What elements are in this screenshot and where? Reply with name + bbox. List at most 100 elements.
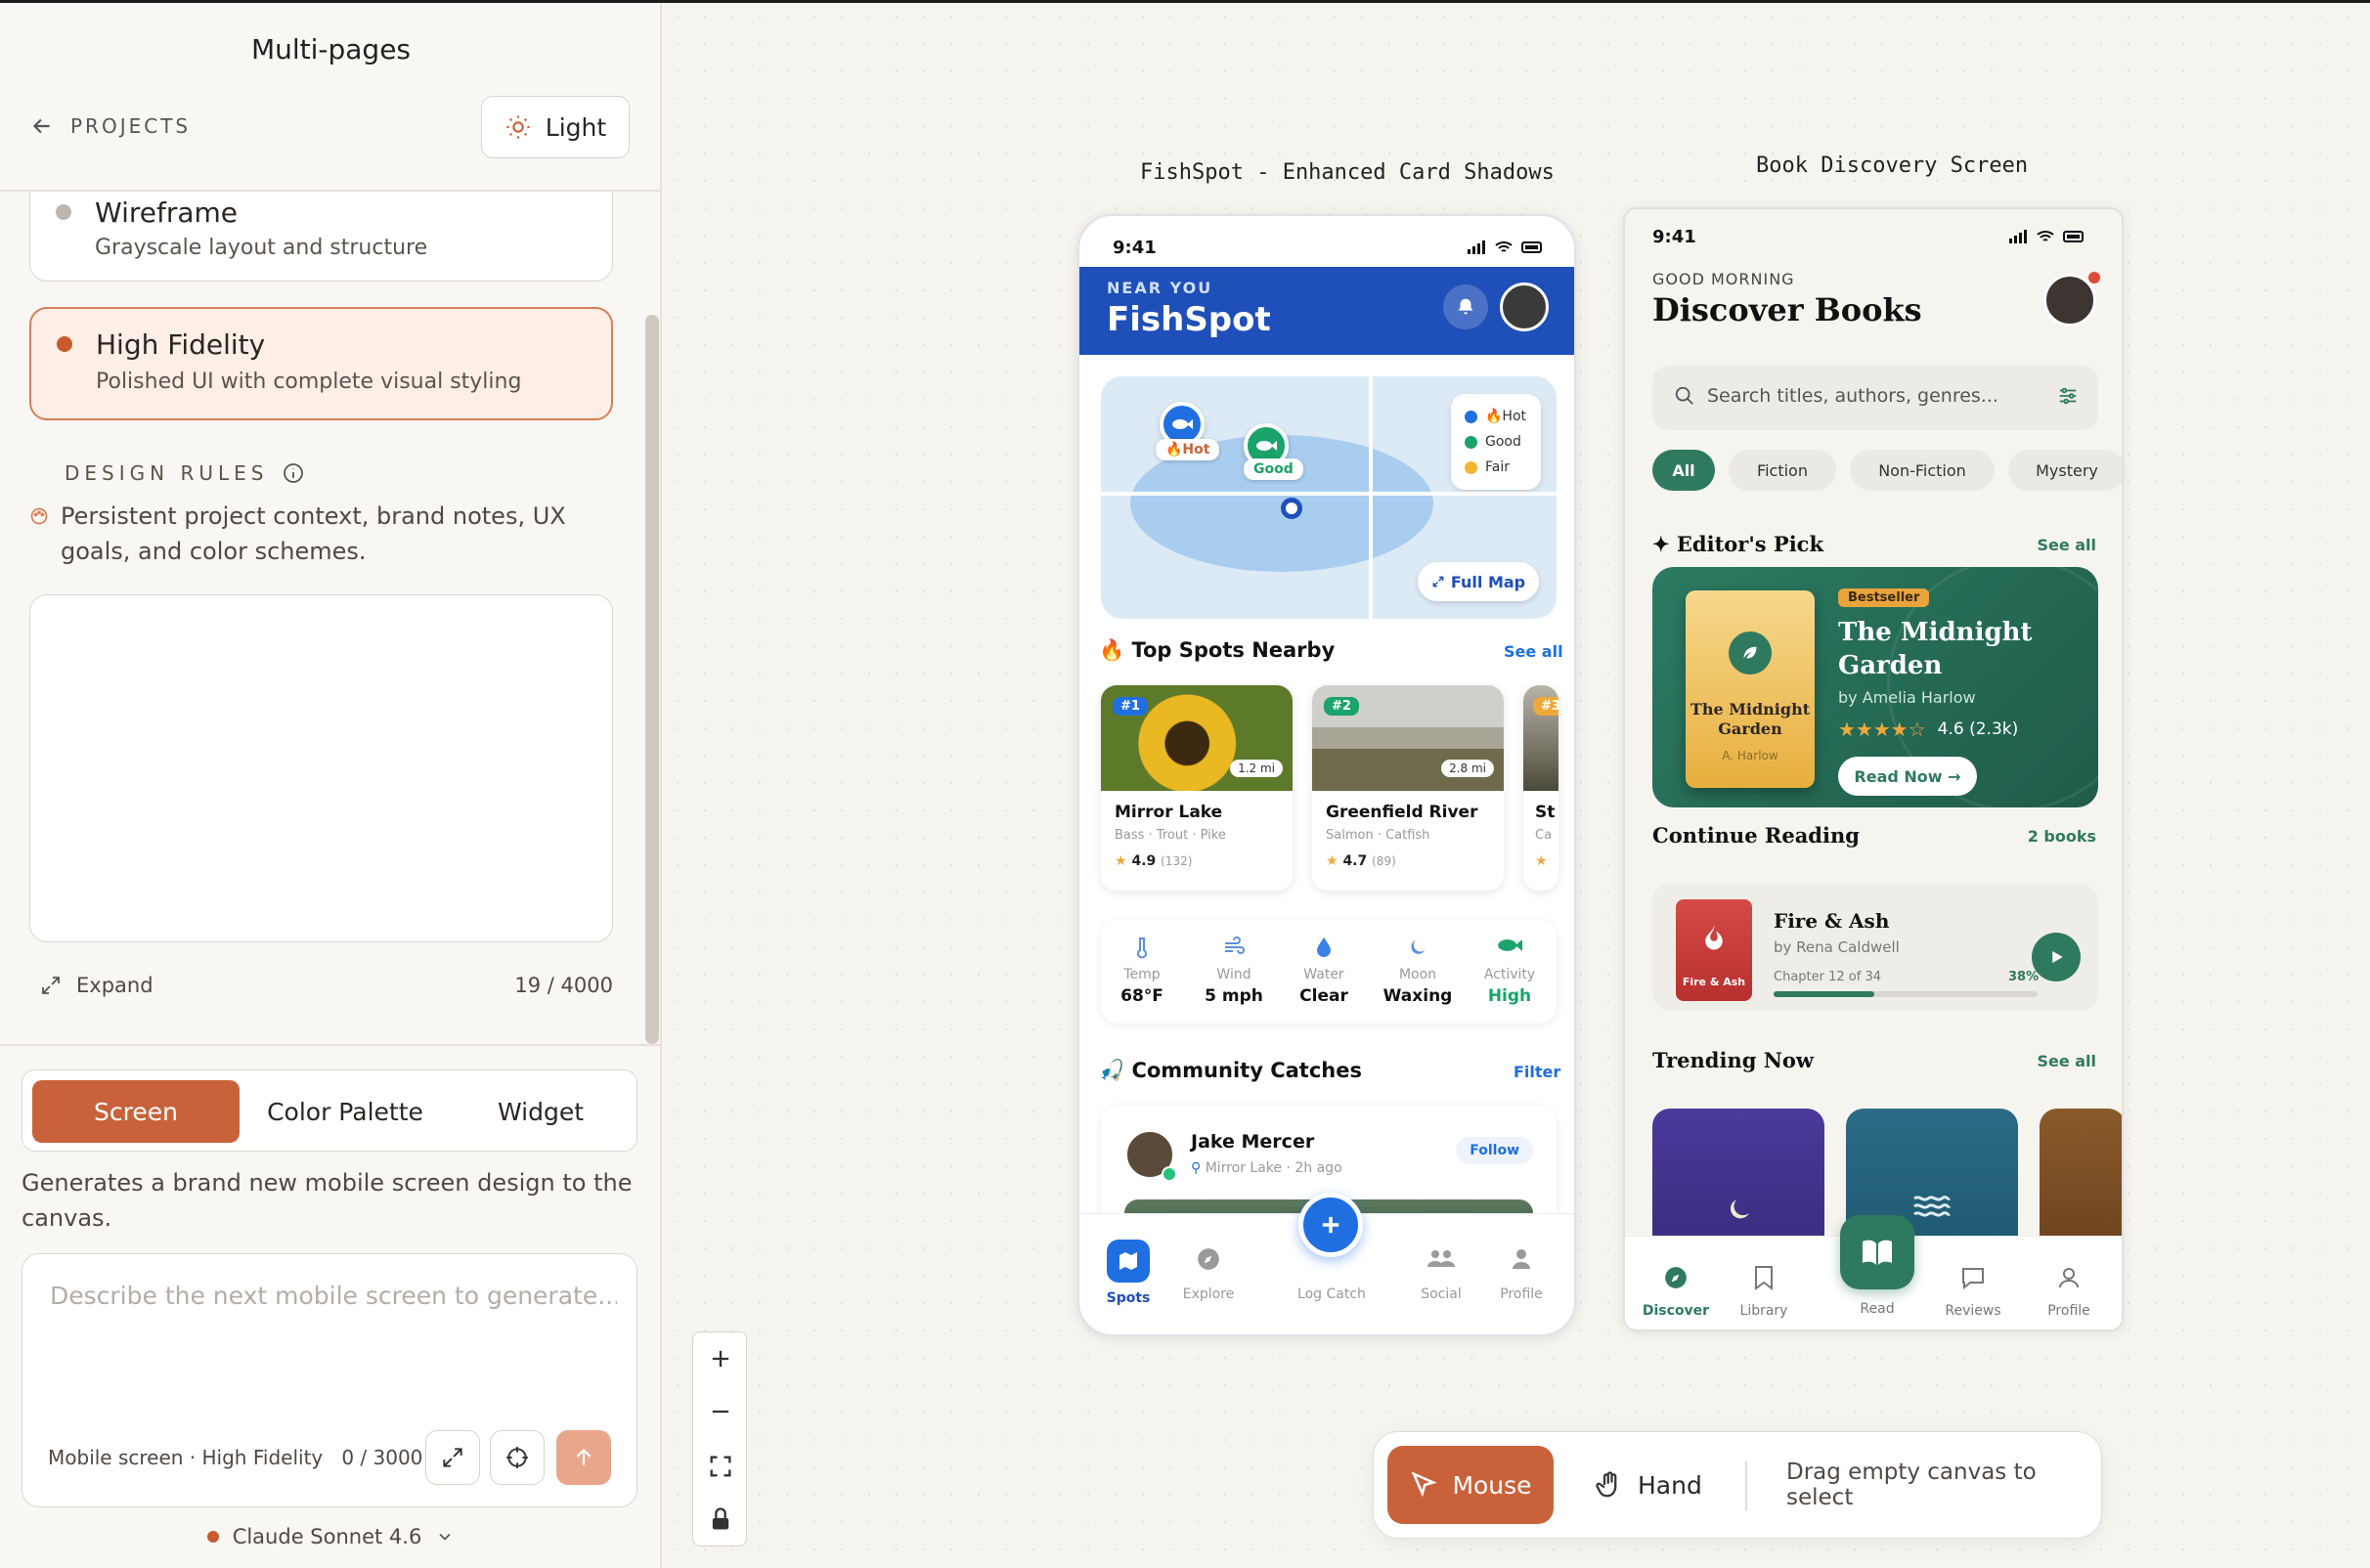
tab-widget[interactable]: Widget: [453, 1080, 629, 1143]
near-label: NEAR YOU: [1107, 279, 1213, 297]
user-avatar[interactable]: [1500, 283, 1549, 331]
arrow-left-icon: [32, 118, 50, 134]
distance-badge: 2.8 mi: [1441, 760, 1494, 777]
progress-bar-fill: [1774, 991, 1874, 997]
see-all-trending-link[interactable]: See all: [2037, 1052, 2096, 1070]
tab-explore[interactable]: Explore: [1169, 1240, 1248, 1302]
books-count-link[interactable]: 2 books: [2028, 827, 2096, 846]
hand-tool-button[interactable]: Hand: [1595, 1446, 1702, 1524]
top-spots-title: 🔥 Top Spots Nearby: [1099, 638, 1336, 662]
play-button[interactable]: [2032, 933, 2081, 981]
book-search-bar[interactable]: Search titles, authors, genres...: [1652, 366, 2098, 430]
current-location-dot: [1281, 498, 1302, 519]
spot-name: Greenfield River: [1326, 803, 1478, 822]
editors-pick-title: ✦ Editor's Pick: [1652, 532, 1824, 556]
map-preview[interactable]: 🔥Hot Good 🔥Hot Good Fair Full Map: [1101, 376, 1557, 619]
lock-button[interactable]: [693, 1493, 748, 1546]
genre-chip-fiction[interactable]: Fiction: [1729, 450, 1836, 491]
expand-prompt-button[interactable]: [425, 1430, 480, 1485]
fish-icon: [1498, 939, 1522, 951]
moon-icon: [1411, 939, 1426, 954]
model-selector[interactable]: Claude Sonnet 4.6: [0, 1525, 662, 1548]
zoom-in-button[interactable]: [693, 1332, 748, 1385]
tab-color-palette[interactable]: Color Palette: [247, 1080, 443, 1143]
tab-screen[interactable]: Screen: [32, 1080, 240, 1143]
full-map-button[interactable]: Full Map: [1418, 562, 1539, 601]
see-all-editors-link[interactable]: See all: [2037, 536, 2096, 554]
target-button[interactable]: [490, 1430, 545, 1485]
signal-icon: [1468, 240, 1485, 254]
expand-icon: [443, 1448, 462, 1467]
pin-label-good: Good: [1244, 458, 1303, 480]
mouse-tool-button[interactable]: Mouse: [1387, 1446, 1554, 1524]
sidebar-scrollbar[interactable]: [645, 315, 659, 1044]
back-label: PROJECTS: [70, 114, 192, 138]
filter-sliders-icon[interactable]: [2057, 385, 2079, 407]
continue-reading-card[interactable]: Fire & Ash Fire & Ash by Rena Caldwell C…: [1652, 884, 2098, 1011]
fit-to-screen-button[interactable]: [693, 1440, 748, 1493]
waves-icon: [1913, 1196, 1952, 1217]
log-catch-button[interactable]: [1298, 1193, 1363, 1257]
book-cover: Fire & Ash: [1676, 899, 1752, 1001]
back-to-projects-link[interactable]: PROJECTS: [29, 113, 191, 139]
tab-log-catch[interactable]: Log Catch: [1293, 1286, 1371, 1302]
status-icons: [1467, 240, 1545, 255]
plus-icon: [1322, 1216, 1339, 1234]
genre-chip-mystery[interactable]: Mystery: [2008, 450, 2122, 491]
spot-card[interactable]: #3 St Ca ★: [1523, 685, 1558, 891]
featured-book-card[interactable]: The Midnight Garden A. Harlow Bestseller…: [1652, 567, 2098, 807]
spot-card[interactable]: #1 1.2 mi Mirror Lake Bass · Trout · Pik…: [1101, 685, 1293, 891]
project-title: Multi-pages: [250, 33, 412, 65]
sidebar: Multi-pages PROJECTS Light Wireframe Gra…: [0, 0, 662, 1568]
genre-chip-non-fiction[interactable]: Non-Fiction: [1850, 450, 1995, 491]
tab-social[interactable]: Social: [1402, 1240, 1480, 1302]
rules-char-counter: 19 / 4000: [514, 974, 613, 997]
spot-card[interactable]: #2 2.8 mi Greenfield River Salmon · Catf…: [1312, 685, 1504, 891]
theme-toggle-button[interactable]: Light: [481, 96, 630, 158]
see-all-spots-link[interactable]: See all: [1504, 642, 1563, 661]
book-discovery-screen[interactable]: 9:41 GOOD MORNING Discover Books Search …: [1623, 207, 2124, 1331]
user-avatar[interactable]: [2043, 274, 2096, 327]
frame-label-books[interactable]: Book Discovery Screen: [1756, 153, 2028, 178]
settings-scroll-area[interactable]: Wireframe Grayscale layout and structure…: [0, 192, 662, 1044]
trending-book[interactable]: [2040, 1109, 2122, 1245]
water-drop-icon: [1317, 937, 1331, 957]
frame-label-fishspot[interactable]: FishSpot - Enhanced Card Shadows: [1140, 160, 1555, 185]
compass-icon: [1198, 1248, 1219, 1270]
genre-chip-all[interactable]: All: [1652, 450, 1715, 491]
spot-fish: Ca: [1535, 828, 1553, 843]
star-icon: ★: [1326, 853, 1339, 869]
user-icon: [2059, 1268, 2079, 1288]
read-now-button[interactable]: Read Now →: [1838, 757, 1977, 796]
prompt-box: Mobile screen · High Fidelity 0 / 3000: [22, 1253, 637, 1507]
tab-read[interactable]: Read: [1838, 1301, 1916, 1317]
thermometer-icon: [1137, 937, 1147, 959]
tab-reviews[interactable]: Reviews: [1934, 1258, 2012, 1319]
tab-library[interactable]: Library: [1725, 1258, 1803, 1319]
zoom-out-button[interactable]: [693, 1385, 748, 1438]
design-rules-label: DESIGN RULES: [65, 461, 305, 485]
fidelity-option-high-fidelity[interactable]: High Fidelity Polished UI with complete …: [29, 307, 613, 420]
featured-title: The Midnight Garden: [1838, 618, 2033, 680]
follow-button[interactable]: Follow: [1456, 1137, 1533, 1164]
read-button[interactable]: [1840, 1215, 1914, 1289]
fidelity-option-wireframe[interactable]: Wireframe Grayscale layout and structure: [29, 192, 613, 282]
info-icon[interactable]: [282, 461, 305, 485]
design-rules-textarea[interactable]: [29, 594, 613, 942]
tab-profile[interactable]: Profile: [1482, 1240, 1560, 1302]
moon-icon: [1731, 1199, 1749, 1219]
expand-button[interactable]: Expand: [39, 974, 154, 997]
send-button[interactable]: [556, 1430, 611, 1485]
post-meta: ⚲ Mirror Lake · 2h ago: [1191, 1160, 1342, 1176]
fishspot-screen[interactable]: 9:41 NEAR YOU FishSpot 🔥Hot Good 🔥Hot Go…: [1077, 214, 1576, 1336]
prompt-input[interactable]: [50, 1282, 617, 1310]
tab-profile[interactable]: Profile: [2030, 1258, 2108, 1319]
tab-spots[interactable]: Spots: [1089, 1240, 1167, 1306]
tab-discover[interactable]: Discover: [1637, 1258, 1715, 1319]
bestseller-badge: Bestseller: [1838, 588, 1930, 607]
filter-link[interactable]: Filter: [1514, 1063, 1560, 1081]
trending-book[interactable]: [1652, 1109, 1824, 1245]
notifications-button[interactable]: [1443, 284, 1488, 329]
featured-author: by Amelia Harlow: [1838, 688, 1976, 707]
cover-label: Fire & Ash: [1682, 976, 1746, 988]
